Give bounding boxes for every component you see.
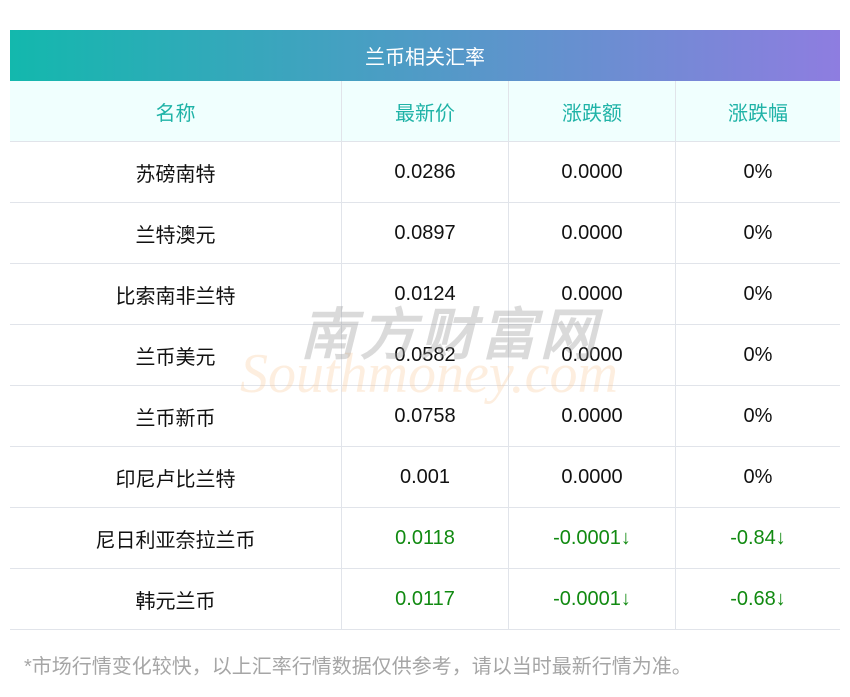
latest-price: 0.0124 <box>341 263 509 325</box>
change-amount: 0.0000 <box>508 385 676 447</box>
table-row: 印尼卢比兰特 0.001 0.0000 0% <box>10 446 840 508</box>
latest-price: 0.0117 <box>341 568 509 630</box>
table-row: 苏磅南特 0.0286 0.0000 0% <box>10 141 840 203</box>
change-percent: 0% <box>675 446 840 508</box>
column-header-name: 名称 <box>10 81 342 142</box>
currency-pair-name: 比索南非兰特 <box>10 263 342 325</box>
currency-pair-name: 兰特澳元 <box>10 202 342 264</box>
currency-pair-name: 印尼卢比兰特 <box>10 446 342 508</box>
change-percent: 0% <box>675 263 840 325</box>
table-row: 兰特澳元 0.0897 0.0000 0% <box>10 202 840 264</box>
panel-title: 兰币相关汇率 <box>10 30 840 81</box>
currency-pair-name: 韩元兰币 <box>10 568 342 630</box>
latest-price: 0.0758 <box>341 385 509 447</box>
change-amount: 0.0000 <box>508 324 676 386</box>
column-header-price: 最新价 <box>341 81 509 142</box>
currency-pair-name: 兰币新币 <box>10 385 342 447</box>
change-percent: 0% <box>675 324 840 386</box>
disclaimer-text: *市场行情变化较快，以上汇率行情数据仅供参考，请以当时最新行情为准。 <box>24 656 692 678</box>
change-percent: 0% <box>675 202 840 264</box>
latest-price: 0.0118 <box>341 507 509 569</box>
change-percent: 0% <box>675 141 840 203</box>
exchange-rate-table: 名称 最新价 涨跌额 涨跌幅 苏磅南特 0.0286 0.0000 0% 兰特澳元 0.0… <box>10 81 840 630</box>
table-header-row: 名称 最新价 涨跌额 涨跌幅 <box>10 81 840 142</box>
change-percent: 0% <box>675 385 840 447</box>
latest-price: 0.001 <box>341 446 509 508</box>
table-row: 韩元兰币 0.0117 -0.0001↓ -0.68↓ <box>10 568 840 630</box>
change-amount: -0.0001↓ <box>508 568 676 630</box>
table-row: 比索南非兰特 0.0124 0.0000 0% <box>10 263 840 325</box>
table-row: 尼日利亚奈拉兰币 0.0118 -0.0001↓ -0.84↓ <box>10 507 840 569</box>
latest-price: 0.0286 <box>341 141 509 203</box>
change-amount: 0.0000 <box>508 263 676 325</box>
change-amount: -0.0001↓ <box>508 507 676 569</box>
table-row: 兰币新币 0.0758 0.0000 0% <box>10 385 840 447</box>
change-amount: 0.0000 <box>508 141 676 203</box>
table-row: 兰币美元 0.0582 0.0000 0% <box>10 324 840 386</box>
change-amount: 0.0000 <box>508 446 676 508</box>
currency-pair-name: 兰币美元 <box>10 324 342 386</box>
latest-price: 0.0897 <box>341 202 509 264</box>
column-header-percent: 涨跌幅 <box>675 81 840 142</box>
column-header-change: 涨跌额 <box>508 81 676 142</box>
change-percent: -0.84↓ <box>675 507 840 569</box>
exchange-rate-panel: 兰币相关汇率 名称 最新价 涨跌额 涨跌幅 苏磅南特 0.0286 0.0000 0%… <box>10 30 840 630</box>
change-amount: 0.0000 <box>508 202 676 264</box>
latest-price: 0.0582 <box>341 324 509 386</box>
currency-pair-name: 尼日利亚奈拉兰币 <box>10 507 342 569</box>
currency-pair-name: 苏磅南特 <box>10 141 342 203</box>
change-percent: -0.68↓ <box>675 568 840 630</box>
